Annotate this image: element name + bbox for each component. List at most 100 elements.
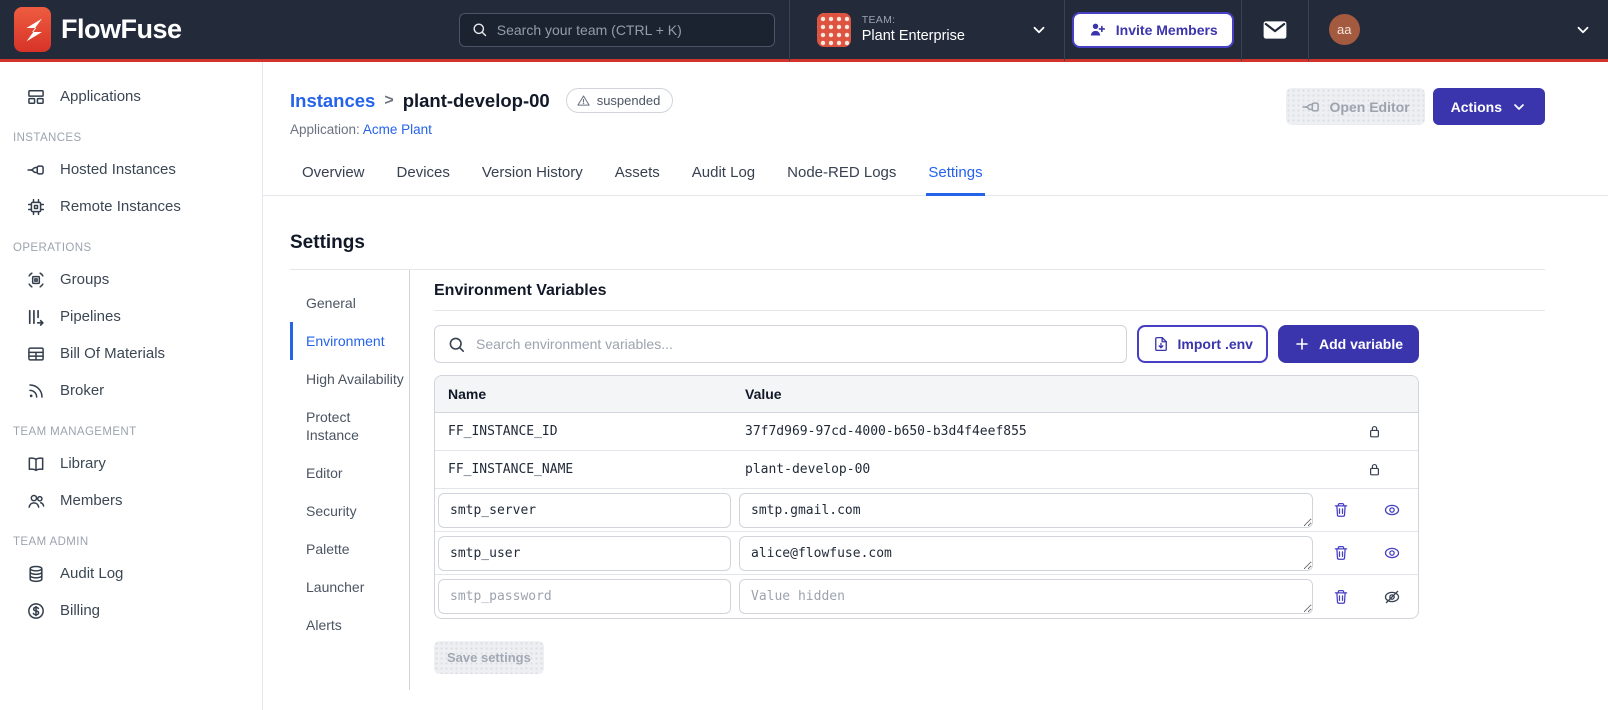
sidebar-item-groups[interactable]: Groups	[0, 261, 262, 298]
variable-value: plant-develop-00	[745, 462, 871, 477]
user-menu[interactable]: aa	[1309, 14, 1608, 45]
broker-icon	[29, 383, 43, 398]
delete-variable-button[interactable]	[1330, 586, 1352, 608]
main-content: Instances > plant-develop-00 suspended A…	[263, 62, 1608, 710]
status-badge-label: suspended	[596, 93, 661, 108]
open-editor-button[interactable]: Open Editor	[1285, 88, 1425, 125]
variable-name-input[interactable]	[438, 492, 731, 528]
invite-wrap: Invite Members	[1065, 11, 1241, 48]
delete-variable-button[interactable]	[1330, 499, 1352, 521]
hosted-instances-icon	[27, 164, 44, 175]
tab-settings[interactable]: Settings	[926, 158, 985, 196]
chevron-down-icon	[1577, 26, 1589, 33]
sidebar-item-label: Broker	[60, 382, 105, 399]
eye-icon	[1384, 547, 1400, 559]
mail-wrap	[1242, 19, 1308, 41]
team-selector[interactable]: TEAM: Plant Enterprise	[790, 0, 1064, 61]
tab-devices[interactable]: Devices	[395, 158, 452, 196]
sidebar-item-remote-instances[interactable]: Remote Instances	[0, 188, 262, 225]
variable-name-input[interactable]	[438, 579, 731, 614]
import-env-button[interactable]: Import .env	[1136, 325, 1268, 363]
header-actions: Open Editor Actions	[1285, 88, 1545, 125]
table-row: FF_INSTANCE_NAME plant-develop-00	[435, 451, 1418, 489]
open-editor-label: Open Editor	[1329, 98, 1410, 115]
settings-nav-launcher[interactable]: Launcher	[290, 568, 409, 606]
delete-variable-button[interactable]	[1330, 542, 1352, 564]
sidebar-item-billing[interactable]: Billing	[0, 592, 262, 629]
user-plus-icon	[1090, 23, 1105, 36]
pipelines-icon	[28, 309, 44, 326]
environment-variables-title: Environment Variables	[434, 282, 607, 299]
toggle-visibility-button[interactable]	[1380, 586, 1404, 608]
warning-icon	[577, 95, 590, 106]
variable-value: 37f7d969-97cd-4000-b650-b3d4f4eef855	[745, 424, 1027, 439]
audit-log-icon	[29, 565, 43, 582]
invite-members-button[interactable]: Invite Members	[1071, 11, 1234, 48]
trash-icon	[1334, 502, 1348, 517]
add-variable-button[interactable]: Add variable	[1277, 325, 1419, 363]
toggle-visibility-button[interactable]	[1380, 499, 1404, 521]
sidebar: Applications INSTANCES Hosted Instances …	[0, 62, 263, 710]
table-header: Name Value	[435, 376, 1418, 413]
save-settings-button[interactable]: Save settings	[434, 641, 544, 674]
sidebar-item-audit-log[interactable]: Audit Log	[0, 555, 262, 592]
variable-name-input[interactable]	[438, 535, 731, 571]
application-link[interactable]: Acme Plant	[363, 122, 432, 137]
search-icon	[449, 337, 465, 352]
settings-nav-general[interactable]: General	[290, 284, 409, 322]
settings-section: Settings General Environment High Availa…	[263, 196, 1608, 710]
sidebar-item-label: Remote Instances	[60, 198, 181, 215]
settings-nav-high-availability[interactable]: High Availability	[290, 360, 409, 398]
variable-value-textarea[interactable]	[739, 579, 1313, 614]
column-header-name: Name	[448, 386, 487, 402]
table-row: alice@flowfuse.com	[435, 532, 1418, 575]
lock-icon	[1369, 425, 1379, 438]
sidebar-item-hosted-instances[interactable]: Hosted Instances	[0, 151, 262, 188]
settings-nav-protect-instance[interactable]: Protect Instance	[290, 398, 409, 454]
flowfuse-logo[interactable]: FlowFuse	[0, 7, 196, 52]
instance-tabs: Overview Devices Version History Assets …	[263, 158, 1608, 196]
library-icon	[28, 456, 44, 471]
sidebar-item-broker[interactable]: Broker	[0, 372, 262, 409]
tab-version-history[interactable]: Version History	[480, 158, 585, 196]
sidebar-item-members[interactable]: Members	[0, 482, 262, 519]
sidebar-item-bill-of-materials[interactable]: Bill Of Materials	[0, 335, 262, 372]
env-search-input[interactable]	[476, 336, 1114, 352]
top-navbar: FlowFuse TEAM: Plant Enterprise Invite M…	[0, 0, 1608, 62]
search-icon	[473, 23, 486, 37]
tab-overview[interactable]: Overview	[300, 158, 367, 196]
notifications-button[interactable]	[1262, 19, 1288, 41]
settings-nav-alerts[interactable]: Alerts	[290, 606, 409, 644]
column-header-value: Value	[745, 386, 782, 402]
remote-instances-icon	[27, 198, 45, 215]
sidebar-item-label: Audit Log	[60, 565, 124, 582]
sidebar-item-library[interactable]: Library	[0, 445, 262, 482]
sidebar-item-label: Bill Of Materials	[60, 345, 166, 362]
environment-controls: Import .env Add variable	[434, 325, 1419, 363]
members-icon	[28, 494, 45, 508]
sidebar-item-label: Applications	[60, 88, 141, 105]
sidebar-item-label: Pipelines	[60, 308, 121, 325]
tab-audit-log[interactable]: Audit Log	[690, 158, 757, 196]
settings-nav-security[interactable]: Security	[290, 492, 409, 530]
application-line: Application: Acme Plant	[290, 122, 673, 137]
settings-nav-environment[interactable]: Environment	[290, 322, 409, 360]
settings-nav-editor[interactable]: Editor	[290, 454, 409, 492]
actions-button[interactable]: Actions	[1432, 88, 1545, 125]
tab-assets[interactable]: Assets	[613, 158, 662, 196]
mail-icon	[1263, 20, 1287, 39]
tab-node-red-logs[interactable]: Node-RED Logs	[785, 158, 898, 196]
team-search-input[interactable]	[496, 21, 763, 38]
sidebar-item-applications[interactable]: Applications	[0, 78, 262, 115]
variable-value-textarea[interactable]: alice@flowfuse.com	[739, 535, 1313, 571]
table-row: smtp.gmail.com	[435, 489, 1418, 532]
billing-icon	[28, 602, 44, 619]
settings-nav-palette[interactable]: Palette	[290, 530, 409, 568]
breadcrumb-instances-link[interactable]: Instances	[290, 90, 375, 112]
applications-icon	[28, 89, 44, 104]
variable-value-textarea[interactable]: smtp.gmail.com	[739, 492, 1313, 528]
sidebar-item-pipelines[interactable]: Pipelines	[0, 298, 262, 335]
plus-icon	[1296, 338, 1308, 350]
lock-icon	[1369, 463, 1379, 476]
toggle-visibility-button[interactable]	[1380, 542, 1404, 564]
